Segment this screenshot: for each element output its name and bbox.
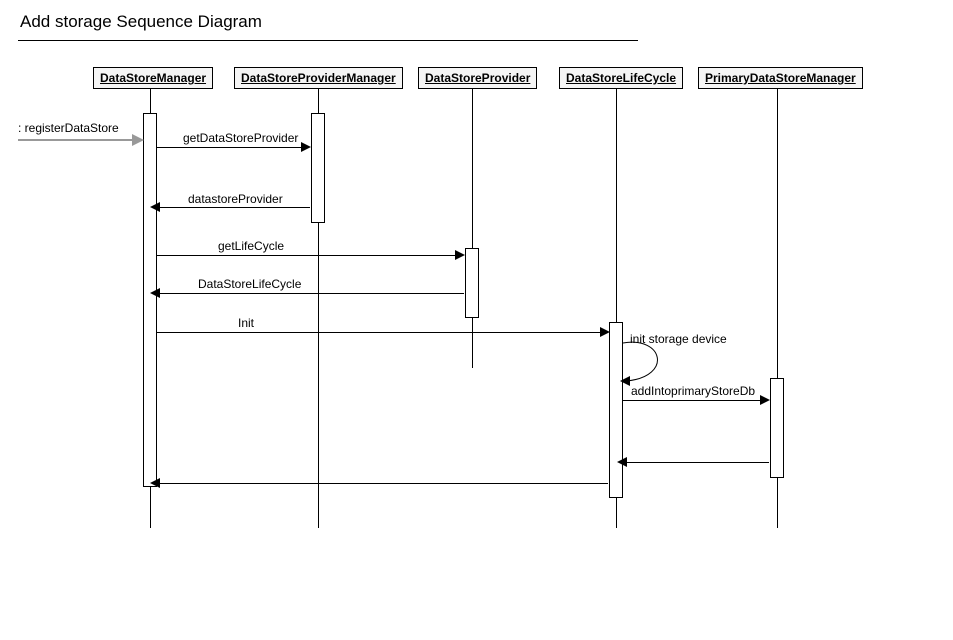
activation-p1 (143, 113, 157, 487)
msg5-line (157, 332, 606, 333)
msg4-label: DataStoreLifeCycle (198, 277, 301, 291)
activation-p2 (311, 113, 325, 223)
activation-p5 (770, 378, 784, 478)
participant-primarydatastoremanager: PrimaryDataStoreManager (698, 67, 863, 89)
msg2-arrow (150, 202, 160, 212)
msg0-label: : registerDataStore (18, 121, 119, 135)
msg7-line (623, 400, 766, 401)
title-underline (18, 40, 638, 41)
msg2-line (157, 207, 310, 208)
msg4-arrow (150, 288, 160, 298)
msg0-line (18, 139, 138, 141)
msg0-arrow (132, 134, 144, 146)
msg3-label: getLifeCycle (218, 239, 284, 253)
msg3-line (157, 255, 461, 256)
msg9-line (157, 483, 608, 484)
activation-p3 (465, 248, 479, 318)
msg8-line (624, 462, 769, 463)
msg1-label: getDataStoreProvider (183, 131, 298, 145)
msg7-label: addIntoprimaryStoreDb (631, 384, 755, 398)
msg1-arrow (301, 142, 311, 152)
msg9-arrow (150, 478, 160, 488)
msg2-label: datastoreProvider (188, 192, 283, 206)
msg5-label: Init (238, 316, 254, 330)
participant-datastorelifecycle: DataStoreLifeCycle (559, 67, 683, 89)
msg4-line (157, 293, 464, 294)
msg3-arrow (455, 250, 465, 260)
diagram-title: Add storage Sequence Diagram (20, 12, 262, 32)
msg6-label: init storage device (630, 332, 727, 346)
msg7-arrow (760, 395, 770, 405)
participant-datastoreprovidermanager: DataStoreProviderManager (234, 67, 403, 89)
participant-datastoremanager: DataStoreManager (93, 67, 213, 89)
msg5-arrow (600, 327, 610, 337)
participant-datastoreprovider: DataStoreProvider (418, 67, 537, 89)
msg8-arrow (617, 457, 627, 467)
msg1-line (157, 147, 307, 148)
lifeline-p3 (472, 88, 473, 368)
